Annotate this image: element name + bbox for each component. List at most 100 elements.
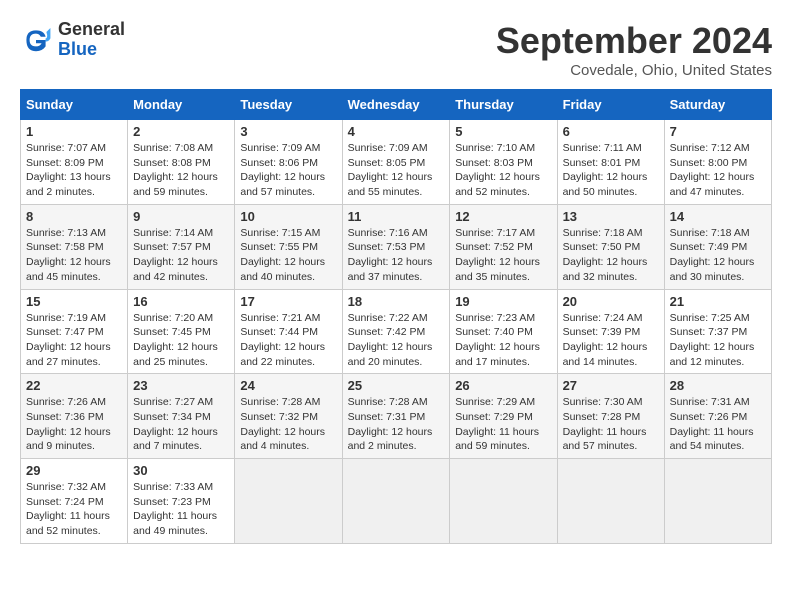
day-cell: 3 Sunrise: 7:09 AM Sunset: 8:06 PM Daylig… (235, 120, 342, 205)
day-info: Sunrise: 7:15 AM Sunset: 7:55 PM Dayligh… (240, 226, 336, 285)
day-info: Sunrise: 7:32 AM Sunset: 7:24 PM Dayligh… (26, 480, 122, 539)
day-cell: 29 Sunrise: 7:32 AM Sunset: 7:24 PM Dayli… (21, 459, 128, 544)
logo-text: General Blue (58, 20, 125, 60)
day-info: Sunrise: 7:30 AM Sunset: 7:28 PM Dayligh… (563, 395, 659, 454)
day-info: Sunrise: 7:22 AM Sunset: 7:42 PM Dayligh… (348, 311, 445, 370)
col-header-tuesday: Tuesday (235, 90, 342, 120)
day-cell: 27 Sunrise: 7:30 AM Sunset: 7:28 PM Dayli… (557, 374, 664, 459)
day-number: 5 (455, 124, 551, 139)
day-cell: 21Sunrise: 7:25 AM Sunset: 7:37 PM Dayli… (664, 289, 771, 374)
day-cell: 17 Sunrise: 7:21 AM Sunset: 7:44 PM Dayli… (235, 289, 342, 374)
day-cell: 16 Sunrise: 7:20 AM Sunset: 7:45 PM Dayli… (128, 289, 235, 374)
day-info: Sunrise: 7:29 AM Sunset: 7:29 PM Dayligh… (455, 395, 551, 454)
day-number: 27 (563, 378, 659, 393)
day-info: Sunrise: 7:12 AM Sunset: 8:00 PM Dayligh… (670, 141, 766, 200)
day-info: Sunrise: 7:08 AM Sunset: 8:08 PM Dayligh… (133, 141, 229, 200)
day-cell: 19 Sunrise: 7:23 AM Sunset: 7:40 PM Dayli… (450, 289, 557, 374)
day-cell (664, 459, 771, 544)
day-cell (342, 459, 450, 544)
day-number: 26 (455, 378, 551, 393)
page-header: General Blue September 2024 Covedale, Oh… (20, 20, 772, 79)
day-info: Sunrise: 7:07 AM Sunset: 8:09 PM Dayligh… (26, 141, 122, 200)
logo-icon (20, 24, 52, 56)
day-info: Sunrise: 7:26 AM Sunset: 7:36 PM Dayligh… (26, 395, 122, 454)
day-info: Sunrise: 7:16 AM Sunset: 7:53 PM Dayligh… (348, 226, 445, 285)
day-cell: 15 Sunrise: 7:19 AM Sunset: 7:47 PM Dayli… (21, 289, 128, 374)
day-cell: 5 Sunrise: 7:10 AM Sunset: 8:03 PM Daylig… (450, 120, 557, 205)
day-number: 3 (240, 124, 336, 139)
day-info: Sunrise: 7:23 AM Sunset: 7:40 PM Dayligh… (455, 311, 551, 370)
day-number: 9 (133, 209, 229, 224)
day-number: 4 (348, 124, 445, 139)
day-number: 2 (133, 124, 229, 139)
calendar-table: SundayMondayTuesdayWednesdayThursdayFrid… (20, 89, 772, 544)
week-row: 15 Sunrise: 7:19 AM Sunset: 7:47 PM Dayli… (21, 289, 772, 374)
col-header-sunday: Sunday (21, 90, 128, 120)
day-cell: 13 Sunrise: 7:18 AM Sunset: 7:50 PM Dayli… (557, 204, 664, 289)
col-header-wednesday: Wednesday (342, 90, 450, 120)
day-number: 28 (670, 378, 766, 393)
day-number: 17 (240, 294, 336, 309)
day-number: 15 (26, 294, 122, 309)
day-info: Sunrise: 7:17 AM Sunset: 7:52 PM Dayligh… (455, 226, 551, 285)
day-number: 11 (348, 209, 445, 224)
day-number: 6 (563, 124, 659, 139)
day-cell: 2 Sunrise: 7:08 AM Sunset: 8:08 PM Daylig… (128, 120, 235, 205)
month-title: September 2024 (496, 20, 772, 62)
day-cell: 18 Sunrise: 7:22 AM Sunset: 7:42 PM Dayli… (342, 289, 450, 374)
header-row: SundayMondayTuesdayWednesdayThursdayFrid… (21, 90, 772, 120)
col-header-thursday: Thursday (450, 90, 557, 120)
day-info: Sunrise: 7:19 AM Sunset: 7:47 PM Dayligh… (26, 311, 122, 370)
day-number: 19 (455, 294, 551, 309)
day-info: Sunrise: 7:18 AM Sunset: 7:50 PM Dayligh… (563, 226, 659, 285)
day-info: Sunrise: 7:24 AM Sunset: 7:39 PM Dayligh… (563, 311, 659, 370)
day-cell: 23Sunrise: 7:27 AM Sunset: 7:34 PM Dayli… (128, 374, 235, 459)
day-number: 25 (348, 378, 445, 393)
day-cell: 26 Sunrise: 7:29 AM Sunset: 7:29 PM Dayli… (450, 374, 557, 459)
day-info: Sunrise: 7:11 AM Sunset: 8:01 PM Dayligh… (563, 141, 659, 200)
day-cell: 30Sunrise: 7:33 AM Sunset: 7:23 PM Dayli… (128, 459, 235, 544)
day-cell: 20Sunrise: 7:24 AM Sunset: 7:39 PM Dayli… (557, 289, 664, 374)
day-info: Sunrise: 7:28 AM Sunset: 7:31 PM Dayligh… (348, 395, 445, 454)
day-info: Sunrise: 7:27 AM Sunset: 7:34 PM Dayligh… (133, 395, 229, 454)
day-cell: 28 Sunrise: 7:31 AM Sunset: 7:26 PM Dayli… (664, 374, 771, 459)
day-number: 1 (26, 124, 122, 139)
day-number: 18 (348, 294, 445, 309)
logo: General Blue (20, 20, 125, 60)
day-cell: 6 Sunrise: 7:11 AM Sunset: 8:01 PM Daylig… (557, 120, 664, 205)
day-info: Sunrise: 7:21 AM Sunset: 7:44 PM Dayligh… (240, 311, 336, 370)
day-number: 7 (670, 124, 766, 139)
day-info: Sunrise: 7:09 AM Sunset: 8:06 PM Dayligh… (240, 141, 336, 200)
day-cell: 12 Sunrise: 7:17 AM Sunset: 7:52 PM Dayli… (450, 204, 557, 289)
day-info: Sunrise: 7:20 AM Sunset: 7:45 PM Dayligh… (133, 311, 229, 370)
day-number: 16 (133, 294, 229, 309)
day-cell: 9Sunrise: 7:14 AM Sunset: 7:57 PM Daylig… (128, 204, 235, 289)
day-info: Sunrise: 7:25 AM Sunset: 7:37 PM Dayligh… (670, 311, 766, 370)
day-info: Sunrise: 7:10 AM Sunset: 8:03 PM Dayligh… (455, 141, 551, 200)
day-cell: 24 Sunrise: 7:28 AM Sunset: 7:32 PM Dayli… (235, 374, 342, 459)
day-number: 12 (455, 209, 551, 224)
day-cell: 10 Sunrise: 7:15 AM Sunset: 7:55 PM Dayli… (235, 204, 342, 289)
day-cell: 7 Sunrise: 7:12 AM Sunset: 8:00 PM Daylig… (664, 120, 771, 205)
col-header-friday: Friday (557, 90, 664, 120)
day-info: Sunrise: 7:28 AM Sunset: 7:32 PM Dayligh… (240, 395, 336, 454)
day-cell (557, 459, 664, 544)
day-cell (235, 459, 342, 544)
day-cell: 11 Sunrise: 7:16 AM Sunset: 7:53 PM Dayli… (342, 204, 450, 289)
day-number: 13 (563, 209, 659, 224)
day-cell (450, 459, 557, 544)
week-row: 1 Sunrise: 7:07 AM Sunset: 8:09 PM Daylig… (21, 120, 772, 205)
day-info: Sunrise: 7:31 AM Sunset: 7:26 PM Dayligh… (670, 395, 766, 454)
day-info: Sunrise: 7:13 AM Sunset: 7:58 PM Dayligh… (26, 226, 122, 285)
day-info: Sunrise: 7:18 AM Sunset: 7:49 PM Dayligh… (670, 226, 766, 285)
week-row: 8Sunrise: 7:13 AM Sunset: 7:58 PM Daylig… (21, 204, 772, 289)
day-cell: 22Sunrise: 7:26 AM Sunset: 7:36 PM Dayli… (21, 374, 128, 459)
day-number: 29 (26, 463, 122, 478)
day-number: 30 (133, 463, 229, 478)
week-row: 22Sunrise: 7:26 AM Sunset: 7:36 PM Dayli… (21, 374, 772, 459)
day-number: 10 (240, 209, 336, 224)
day-cell: 4Sunrise: 7:09 AM Sunset: 8:05 PM Daylig… (342, 120, 450, 205)
day-number: 24 (240, 378, 336, 393)
day-cell: 25 Sunrise: 7:28 AM Sunset: 7:31 PM Dayli… (342, 374, 450, 459)
location: Covedale, Ohio, United States (496, 62, 772, 79)
